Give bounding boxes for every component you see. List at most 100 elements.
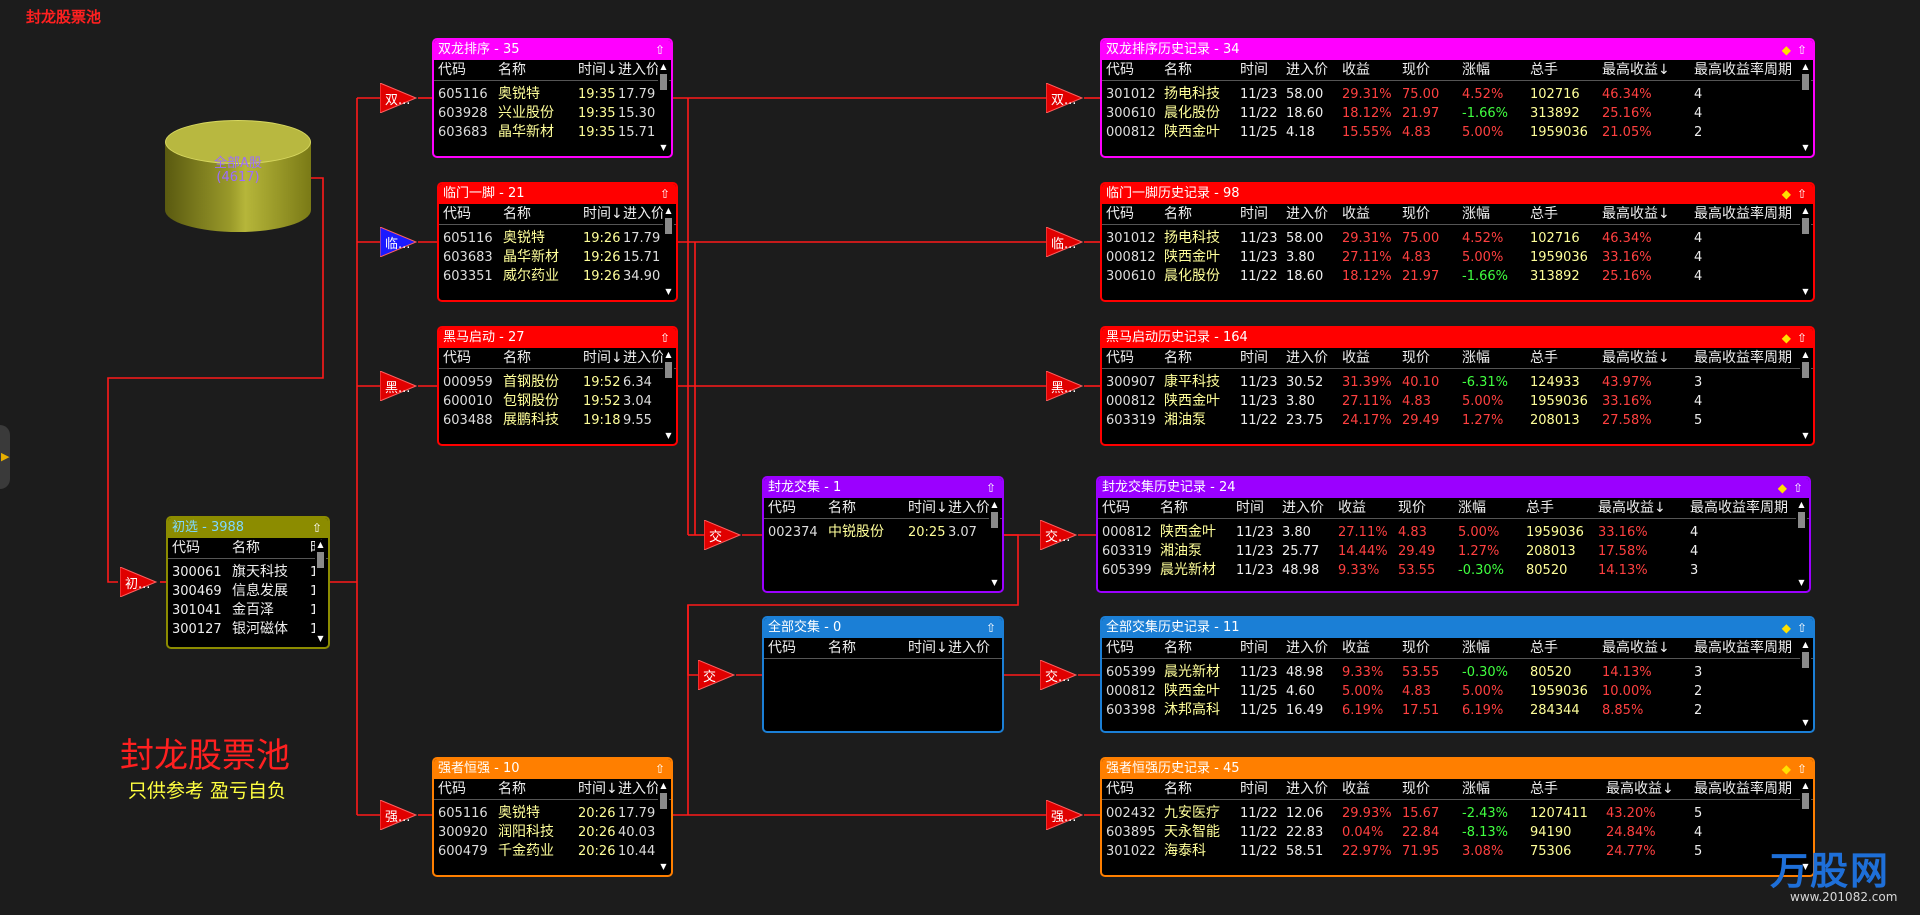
column-header[interactable]: 进入价 bbox=[623, 204, 665, 224]
scrollbar[interactable]: ▲ ▼ bbox=[989, 500, 1000, 588]
column-header[interactable]: 名称 bbox=[232, 538, 260, 558]
table-row[interactable]: 000812 陕西金叶 11/23 3.80 27.11% 4.83 5.00% 195903… bbox=[1098, 523, 1809, 542]
column-header[interactable]: 总手 bbox=[1530, 638, 1558, 658]
column-header[interactable]: 最高收益率周期 bbox=[1694, 638, 1792, 658]
column-header[interactable]: 涨幅 bbox=[1462, 204, 1490, 224]
column-header[interactable]: 进入价 bbox=[618, 60, 660, 80]
flow-node-shuanglong[interactable]: 双... bbox=[380, 83, 418, 113]
scroll-thumb[interactable] bbox=[317, 552, 324, 568]
collapse-up-icon[interactable]: ⇧ bbox=[1797, 621, 1807, 635]
diamond-icon[interactable]: ◆ bbox=[1782, 187, 1791, 201]
column-header[interactable]: 现价 bbox=[1402, 60, 1430, 80]
scrollbar[interactable]: ▲ ▼ bbox=[1800, 206, 1811, 297]
column-header[interactable]: 收益 bbox=[1342, 779, 1370, 799]
diamond-icon[interactable]: ◆ bbox=[1778, 481, 1787, 495]
table-row[interactable]: 300920 润阳科技 20:26 40.03 bbox=[434, 823, 671, 842]
column-header[interactable]: 进入价 bbox=[1286, 638, 1328, 658]
column-header[interactable]: 进入价 bbox=[1286, 779, 1328, 799]
flow-node-chuxuan[interactable]: 初... bbox=[120, 567, 158, 597]
scroll-thumb[interactable] bbox=[665, 362, 672, 378]
column-header[interactable]: 时间↓ bbox=[583, 348, 623, 368]
collapse-up-icon[interactable]: ⇧ bbox=[1793, 481, 1803, 495]
flow-node-shuanglong-hist[interactable]: 双... bbox=[1046, 83, 1084, 113]
fenglong-jiaoji-panel[interactable]: 封龙交集 - 1 ⇧ 代码 名称 时间↓ 进入价 002374 中锐股份 20:25 3.07 ▲ ▼ bbox=[762, 476, 1004, 593]
shuanglong-history-panel[interactable]: 双龙排序历史记录 - 34 ◆ ⇧ 代码 名称 时间 进入价 收益 现价 涨幅 总手 最高收益↓ 最高收… bbox=[1100, 38, 1815, 158]
heima-panel[interactable]: 黑马启动 - 27 ⇧ 代码 名称 时间↓ 进入价 000959 首钢股份 19:52 6.34 6… bbox=[437, 326, 678, 446]
linmen-history-panel[interactable]: 临门一脚历史记录 - 98 ◆ ⇧ 代码 名称 时间 进入价 收益 现价 涨幅 总手 最高收益↓ 最高收… bbox=[1100, 182, 1815, 302]
collapse-up-icon[interactable]: ⇧ bbox=[655, 762, 665, 776]
column-header[interactable]: 最高收益↓ bbox=[1602, 348, 1670, 368]
collapse-up-icon[interactable]: ⇧ bbox=[660, 187, 670, 201]
scrollbar[interactable]: ▲ ▼ bbox=[1800, 640, 1811, 728]
heima-history-panel[interactable]: 黑马启动历史记录 - 164 ◆ ⇧ 代码 名称 时间 进入价 收益 现价 涨幅 总手 最高收益↓ 最高… bbox=[1100, 326, 1815, 446]
flow-node-jiao2[interactable]: 交... bbox=[1040, 520, 1078, 550]
column-header[interactable]: 最高收益率周期 bbox=[1694, 348, 1792, 368]
column-header[interactable]: 进入价 bbox=[948, 498, 990, 518]
table-row[interactable]: 000959 首钢股份 19:52 6.34 bbox=[439, 373, 676, 392]
column-header[interactable]: 代码 bbox=[1102, 498, 1130, 518]
scroll-thumb[interactable] bbox=[1798, 512, 1805, 528]
diamond-icon[interactable]: ◆ bbox=[1782, 762, 1791, 776]
column-header[interactable]: 进入价 bbox=[1286, 60, 1328, 80]
column-header[interactable]: 现价 bbox=[1402, 348, 1430, 368]
column-header[interactable]: 涨幅 bbox=[1462, 779, 1490, 799]
scroll-up-icon[interactable]: ▲ bbox=[1800, 206, 1811, 216]
column-header[interactable]: 涨幅 bbox=[1462, 60, 1490, 80]
column-header[interactable]: 总手 bbox=[1526, 498, 1554, 518]
table-row[interactable]: 600479 千金药业 20:26 10.44 bbox=[434, 842, 671, 861]
table-row[interactable]: 603398 沐邦高科 11/25 16.49 6.19% 17.51 6.19% 28434… bbox=[1102, 701, 1813, 720]
scroll-thumb[interactable] bbox=[1802, 74, 1809, 90]
column-header[interactable]: 代码 bbox=[172, 538, 200, 558]
flow-node-qiangzhe[interactable]: 强... bbox=[380, 800, 418, 830]
column-header[interactable]: 代码 bbox=[1106, 60, 1134, 80]
collapse-up-icon[interactable]: ⇧ bbox=[1797, 762, 1807, 776]
column-header[interactable]: 现价 bbox=[1398, 498, 1426, 518]
column-header[interactable]: 收益 bbox=[1342, 348, 1370, 368]
scroll-thumb[interactable] bbox=[665, 218, 672, 234]
flow-node-linmen[interactable]: 临... bbox=[380, 227, 418, 257]
column-header[interactable]: 名称 bbox=[1160, 498, 1188, 518]
table-row[interactable]: 301012 扬电科技 11/23 58.00 29.31% 75.00 4.52% 1027… bbox=[1102, 85, 1813, 104]
scroll-thumb[interactable] bbox=[660, 793, 667, 809]
scroll-up-icon[interactable]: ▲ bbox=[658, 781, 669, 791]
collapse-up-icon[interactable]: ⇧ bbox=[312, 521, 322, 535]
column-header[interactable]: 收益 bbox=[1342, 204, 1370, 224]
column-header[interactable]: 进入价 bbox=[948, 638, 990, 658]
column-header[interactable]: 代码 bbox=[443, 348, 471, 368]
scroll-down-icon[interactable]: ▼ bbox=[658, 143, 669, 153]
column-header[interactable]: 最高收益率周期 bbox=[1694, 779, 1792, 799]
collapse-up-icon[interactable]: ⇧ bbox=[1797, 43, 1807, 57]
table-row[interactable]: 300610 晨化股份 11/22 18.60 18.12% 21.97 -1.66% 313… bbox=[1102, 104, 1813, 123]
column-header[interactable]: 收益 bbox=[1338, 498, 1366, 518]
column-header[interactable]: 代码 bbox=[438, 779, 466, 799]
table-row[interactable]: 300907 康平科技 11/23 30.52 31.39% 40.10 -6.31% 124… bbox=[1102, 373, 1813, 392]
scroll-up-icon[interactable]: ▲ bbox=[1800, 62, 1811, 72]
diamond-icon[interactable]: ◆ bbox=[1782, 331, 1791, 345]
column-header[interactable]: 时间 bbox=[1240, 204, 1268, 224]
column-header[interactable]: 名称 bbox=[1164, 348, 1192, 368]
scroll-up-icon[interactable]: ▲ bbox=[1800, 350, 1811, 360]
table-row[interactable]: 605116 奥锐特 19:35 17.79 bbox=[434, 85, 671, 104]
table-row[interactable]: 300610 晨化股份 11/22 18.60 18.12% 21.97 -1.66% 313… bbox=[1102, 267, 1813, 286]
collapse-up-icon[interactable]: ⇧ bbox=[1797, 187, 1807, 201]
column-header[interactable]: 代码 bbox=[1106, 204, 1134, 224]
column-header[interactable]: 收益 bbox=[1342, 60, 1370, 80]
column-header[interactable]: 现价 bbox=[1402, 638, 1430, 658]
table-row[interactable]: 002374 中锐股份 20:25 3.07 bbox=[764, 523, 1002, 542]
column-header[interactable]: 代码 bbox=[768, 638, 796, 658]
table-row[interactable]: 300127银河磁体1 bbox=[168, 620, 328, 639]
flow-node-jiao1[interactable]: 交 bbox=[704, 520, 742, 550]
table-row[interactable]: 600010 包钢股份 19:52 3.04 bbox=[439, 392, 676, 411]
table-row[interactable]: 300061旗天科技1 bbox=[168, 563, 328, 582]
collapse-up-icon[interactable]: ⇧ bbox=[660, 331, 670, 345]
scroll-up-icon[interactable]: ▲ bbox=[1796, 500, 1807, 510]
scrollbar[interactable]: ▲ ▼ bbox=[663, 350, 674, 441]
scroll-down-icon[interactable]: ▼ bbox=[663, 431, 674, 441]
column-header[interactable]: 涨幅 bbox=[1458, 498, 1486, 518]
column-header[interactable]: 名称 bbox=[1164, 779, 1192, 799]
column-header[interactable]: 现价 bbox=[1402, 779, 1430, 799]
table-row[interactable]: 605399 晨光新材 11/23 48.98 9.33% 53.55 -0.30% 8052… bbox=[1098, 561, 1809, 580]
table-row[interactable]: 605116 奥锐特 19:26 17.79 bbox=[439, 229, 676, 248]
column-header[interactable]: 涨幅 bbox=[1462, 348, 1490, 368]
scroll-up-icon[interactable]: ▲ bbox=[1800, 640, 1811, 650]
